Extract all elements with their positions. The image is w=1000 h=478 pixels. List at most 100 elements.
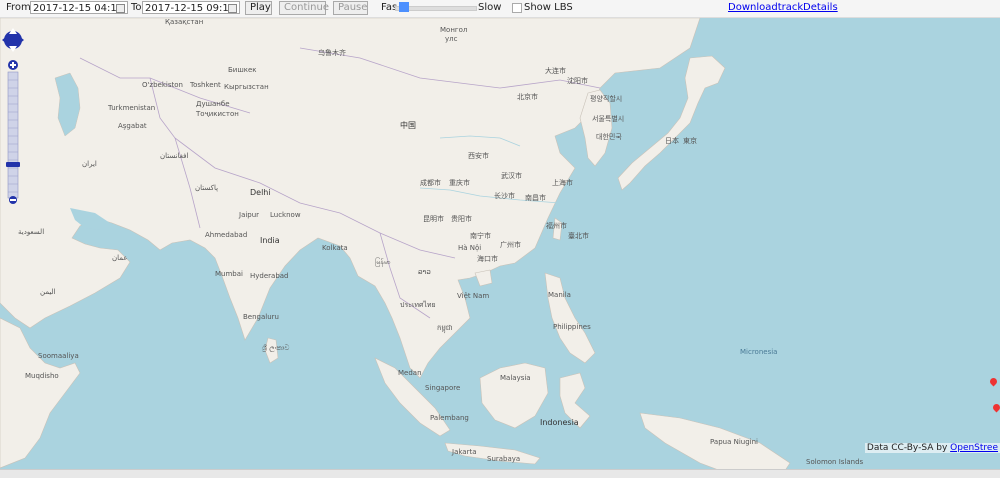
slow-label: Slow — [478, 2, 502, 13]
map-label: Mumbai — [215, 270, 243, 278]
map-label: ශ්‍රී ලංකාව — [262, 344, 290, 352]
map-label: ایران — [82, 160, 97, 168]
map-label: Lucknow — [270, 211, 301, 219]
map-label: 海口市 — [477, 255, 498, 263]
map-label: Malaysia — [500, 374, 531, 382]
map-label: ประเทศไทย — [400, 301, 436, 309]
map-label: Manila — [548, 291, 571, 299]
show-lbs-label: Show LBS — [524, 2, 573, 13]
map-label: 广州市 — [500, 241, 521, 249]
map-label: 福州市 — [546, 222, 567, 230]
details-link[interactable]: Details — [803, 1, 838, 15]
map-label: Hyderabad — [250, 272, 289, 280]
map-label: پاکستان — [195, 184, 219, 192]
map-label: Бишкек — [228, 66, 257, 74]
calendar-icon[interactable] — [116, 4, 125, 13]
map-label: السعودية — [18, 228, 45, 236]
map-label: Bengaluru — [243, 313, 279, 321]
from-datetime-value: 2017-12-15 04:17 — [33, 3, 124, 14]
continue-button[interactable]: Continue — [279, 1, 329, 15]
map-label: 贵阳市 — [451, 215, 472, 223]
map-label: Kolkata — [322, 244, 348, 252]
status-bar — [0, 469, 1000, 478]
map-label: اليمن — [40, 288, 56, 296]
download-track-link[interactable]: Downloadtrack — [728, 1, 803, 15]
map-label: Душанбе — [196, 100, 230, 108]
map-label: 西安市 — [468, 152, 489, 160]
calendar-icon[interactable] — [228, 4, 237, 13]
map-label: Turkmenistan — [108, 104, 156, 112]
map-label: Papua Niugini — [710, 438, 758, 446]
zoom-out-icon[interactable] — [9, 196, 17, 204]
map-label: 武汉市 — [501, 172, 522, 180]
zoom-slider-track[interactable] — [7, 71, 19, 199]
toolbar: From 2017-12-15 04:17 To 2017-12-15 09:1… — [0, 0, 1000, 18]
map-label: India — [260, 236, 280, 245]
map-label: 대한민국 — [596, 133, 622, 141]
map-label: Toshkent — [190, 81, 221, 89]
map-label: 重庆市 — [449, 179, 470, 187]
map-label: 서울특별시 — [592, 115, 625, 123]
to-datetime-input[interactable]: 2017-12-15 09:17 — [142, 1, 240, 14]
zoom-in-icon[interactable] — [8, 60, 18, 70]
play-button[interactable]: Play — [245, 1, 272, 15]
map-label: 昆明市 — [423, 215, 444, 223]
to-label: To — [131, 2, 142, 13]
map-label: Singapore — [425, 384, 461, 392]
map-label: 東京 — [683, 137, 697, 145]
map-label: Soomaaliya — [38, 352, 79, 360]
map-label: 日本 — [665, 137, 679, 145]
map-label: Hà Nội — [458, 244, 482, 252]
map-navigation-control — [2, 20, 24, 207]
to-datetime-value: 2017-12-15 09:17 — [145, 3, 236, 14]
map-label: 臺北市 — [568, 232, 589, 240]
map-label: 南昌市 — [525, 194, 546, 202]
show-lbs-checkbox[interactable] — [512, 3, 522, 13]
map-label: Indonesia — [540, 418, 579, 427]
map-label: Micronesia — [740, 348, 778, 356]
map-label: 평양직할시 — [590, 95, 623, 103]
map-attribution: Data CC-By-SA by OpenStree — [864, 443, 1000, 453]
pause-button[interactable]: Pause — [333, 1, 368, 15]
map-label: 中国 — [400, 121, 416, 130]
map-label: Solomon Islands — [806, 458, 864, 466]
map-label: Тоҷикистон — [196, 110, 239, 118]
map-label: မြန်မာ — [375, 258, 391, 266]
map-label: Jakarta — [452, 448, 477, 456]
map-label: 沈阳市 — [567, 77, 588, 85]
map-label: Surabaya — [487, 455, 521, 463]
map-label: افغانستان — [160, 152, 189, 160]
map-label: 长沙市 — [494, 192, 515, 200]
map-label: Қазақстан — [165, 18, 204, 26]
map-label: Монгол — [440, 26, 468, 34]
map-label: Кыргызстан — [224, 83, 269, 91]
map-canvas[interactable]: Қазақстан Монгол улс 乌鲁木齐 Бишкек O'zbeki… — [0, 18, 1000, 478]
map-label: កម្ពុជា — [437, 324, 453, 332]
pan-zoom-bar — [2, 28, 24, 204]
pan-arrows-icon[interactable] — [2, 28, 24, 52]
map-label: 北京市 — [517, 93, 538, 101]
attribution-text: Data CC-By-SA by — [866, 443, 951, 453]
map-label: عمان — [112, 254, 128, 262]
map-label: Delhi — [250, 188, 271, 197]
map-label: 上海市 — [552, 179, 573, 187]
map-label: ລາວ — [418, 268, 431, 276]
zoom-slider-handle[interactable] — [6, 162, 20, 167]
map-label: Philippines — [553, 323, 591, 331]
map-label: 乌鲁木齐 — [318, 49, 346, 57]
openstreetmap-link[interactable]: OpenStree — [950, 443, 998, 453]
map-label: Jaipur — [239, 211, 260, 219]
map-label: Việt Nam — [457, 292, 490, 300]
from-label: From — [6, 2, 31, 13]
map-label: Ahmedabad — [205, 231, 248, 239]
map-label: O'zbekiston — [142, 81, 183, 89]
map-label: 大连市 — [545, 67, 566, 75]
map-label: 南宁市 — [470, 232, 491, 240]
map-label: Medan — [398, 369, 422, 377]
map-label: улс — [445, 35, 458, 43]
map-label: 成都市 — [420, 179, 441, 187]
from-datetime-input[interactable]: 2017-12-15 04:17 — [30, 1, 128, 14]
speed-slider-handle[interactable] — [399, 2, 410, 12]
map-label: Palembang — [430, 414, 469, 422]
map-label: Muqdisho — [25, 372, 59, 380]
